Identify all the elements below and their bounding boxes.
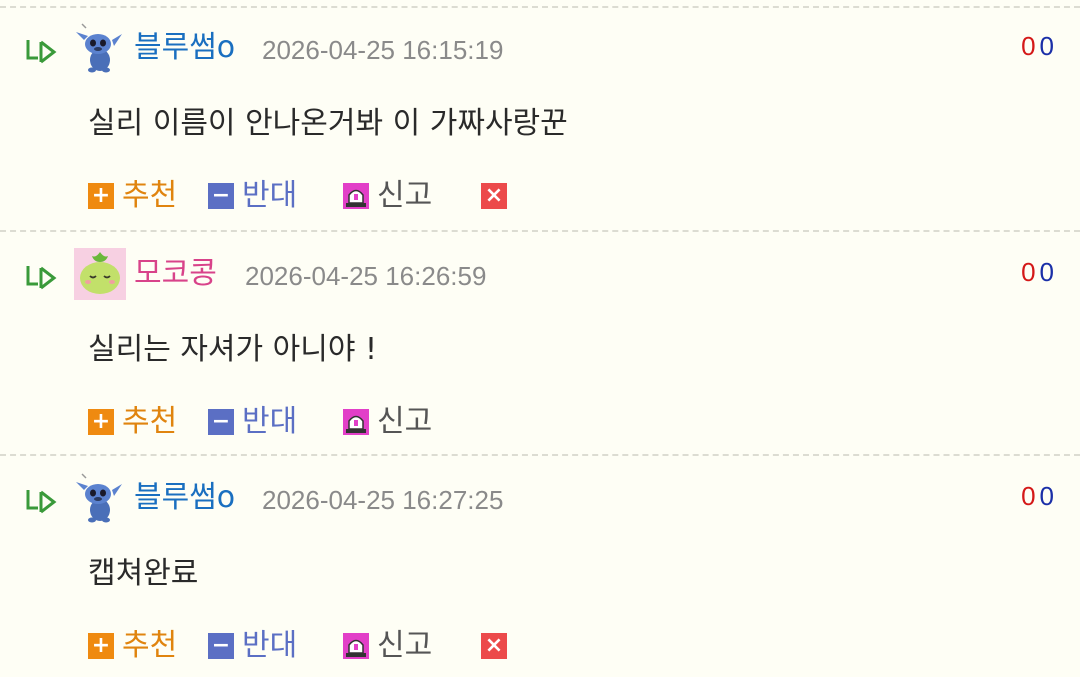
vote-counts: 00 bbox=[1021, 28, 1054, 64]
comment-date: 2026-04-25 16:26:59 bbox=[245, 261, 487, 291]
recommend-button[interactable]: + 추천 bbox=[88, 174, 177, 218]
nickname[interactable]: 블루썸o bbox=[134, 28, 235, 68]
up-count: 0 bbox=[1021, 257, 1036, 287]
comment-text: 실리는 자셔가 아니야 ! bbox=[88, 332, 378, 367]
recommend-label: 추천 bbox=[122, 628, 178, 663]
comment-list: 블루썸o 2026-04-25 16:15:19 00 실리 이름이 안나온거봐… bbox=[0, 0, 1080, 677]
siren-icon bbox=[343, 183, 369, 209]
report-label: 신고 bbox=[377, 628, 433, 663]
recommend-label: 추천 bbox=[122, 178, 178, 213]
report-button[interactable]: 신고 bbox=[343, 624, 432, 668]
delete-button[interactable]: × bbox=[481, 174, 507, 218]
siren-icon bbox=[343, 409, 369, 435]
oppose-button[interactable]: − 반대 bbox=[208, 174, 297, 218]
comment-actions: + 추천 − 반대 신고 × bbox=[88, 624, 1048, 668]
recommend-button[interactable]: + 추천 bbox=[88, 624, 177, 668]
mokoko-avatar-icon[interactable] bbox=[74, 248, 126, 300]
siren-icon bbox=[343, 633, 369, 659]
plus-icon: + bbox=[88, 409, 114, 435]
oppose-label: 반대 bbox=[242, 178, 298, 213]
comment-date: 2026-04-25 16:15:19 bbox=[262, 35, 504, 65]
minus-icon: − bbox=[208, 183, 234, 209]
minus-icon: − bbox=[208, 633, 234, 659]
comment-item: 블루썸o 2026-04-25 16:27:25 00 캡쳐완료 + 추천 − … bbox=[0, 454, 1080, 677]
reply-arrow-icon bbox=[26, 40, 57, 64]
comment-actions: + 추천 − 반대 신고 bbox=[88, 400, 1048, 444]
nickname[interactable]: 블루썸o bbox=[134, 478, 235, 518]
reply-arrow-icon bbox=[26, 490, 57, 514]
recommend-label: 추천 bbox=[122, 404, 178, 439]
down-count: 0 bbox=[1039, 481, 1054, 511]
comment-date: 2026-04-25 16:27:25 bbox=[262, 485, 504, 515]
comment-item: 블루썸o 2026-04-25 16:15:19 00 실리 이름이 안나온거봐… bbox=[0, 6, 1080, 230]
comment-item: 모코콩 2026-04-25 16:26:59 00 실리는 자셔가 아니야 !… bbox=[0, 230, 1080, 456]
vote-counts: 00 bbox=[1021, 478, 1054, 514]
report-button[interactable]: 신고 bbox=[343, 174, 432, 218]
comment-text: 캡쳐완료 bbox=[88, 556, 199, 591]
recommend-button[interactable]: + 추천 bbox=[88, 400, 177, 444]
stitch-avatar-icon[interactable] bbox=[74, 472, 126, 524]
vote-counts: 00 bbox=[1021, 254, 1054, 290]
report-label: 신고 bbox=[377, 404, 433, 439]
down-count: 0 bbox=[1039, 31, 1054, 61]
oppose-label: 반대 bbox=[242, 404, 298, 439]
up-count: 0 bbox=[1021, 481, 1036, 511]
minus-icon: − bbox=[208, 409, 234, 435]
nickname[interactable]: 모코콩 bbox=[134, 254, 217, 294]
down-count: 0 bbox=[1039, 257, 1054, 287]
plus-icon: + bbox=[88, 633, 114, 659]
oppose-label: 반대 bbox=[242, 628, 298, 663]
close-icon: × bbox=[481, 633, 507, 659]
plus-icon: + bbox=[88, 183, 114, 209]
reply-arrow-icon bbox=[26, 266, 57, 290]
close-icon: × bbox=[481, 183, 507, 209]
comment-text: 실리 이름이 안나온거봐 이 가짜사랑꾼 bbox=[88, 106, 568, 141]
report-button[interactable]: 신고 bbox=[343, 400, 432, 444]
report-label: 신고 bbox=[377, 178, 433, 213]
oppose-button[interactable]: − 반대 bbox=[208, 400, 297, 444]
oppose-button[interactable]: − 반대 bbox=[208, 624, 297, 668]
up-count: 0 bbox=[1021, 31, 1036, 61]
comment-actions: + 추천 − 반대 신고 × bbox=[88, 174, 1048, 218]
stitch-avatar-icon[interactable] bbox=[74, 22, 126, 74]
delete-button[interactable]: × bbox=[481, 624, 507, 668]
